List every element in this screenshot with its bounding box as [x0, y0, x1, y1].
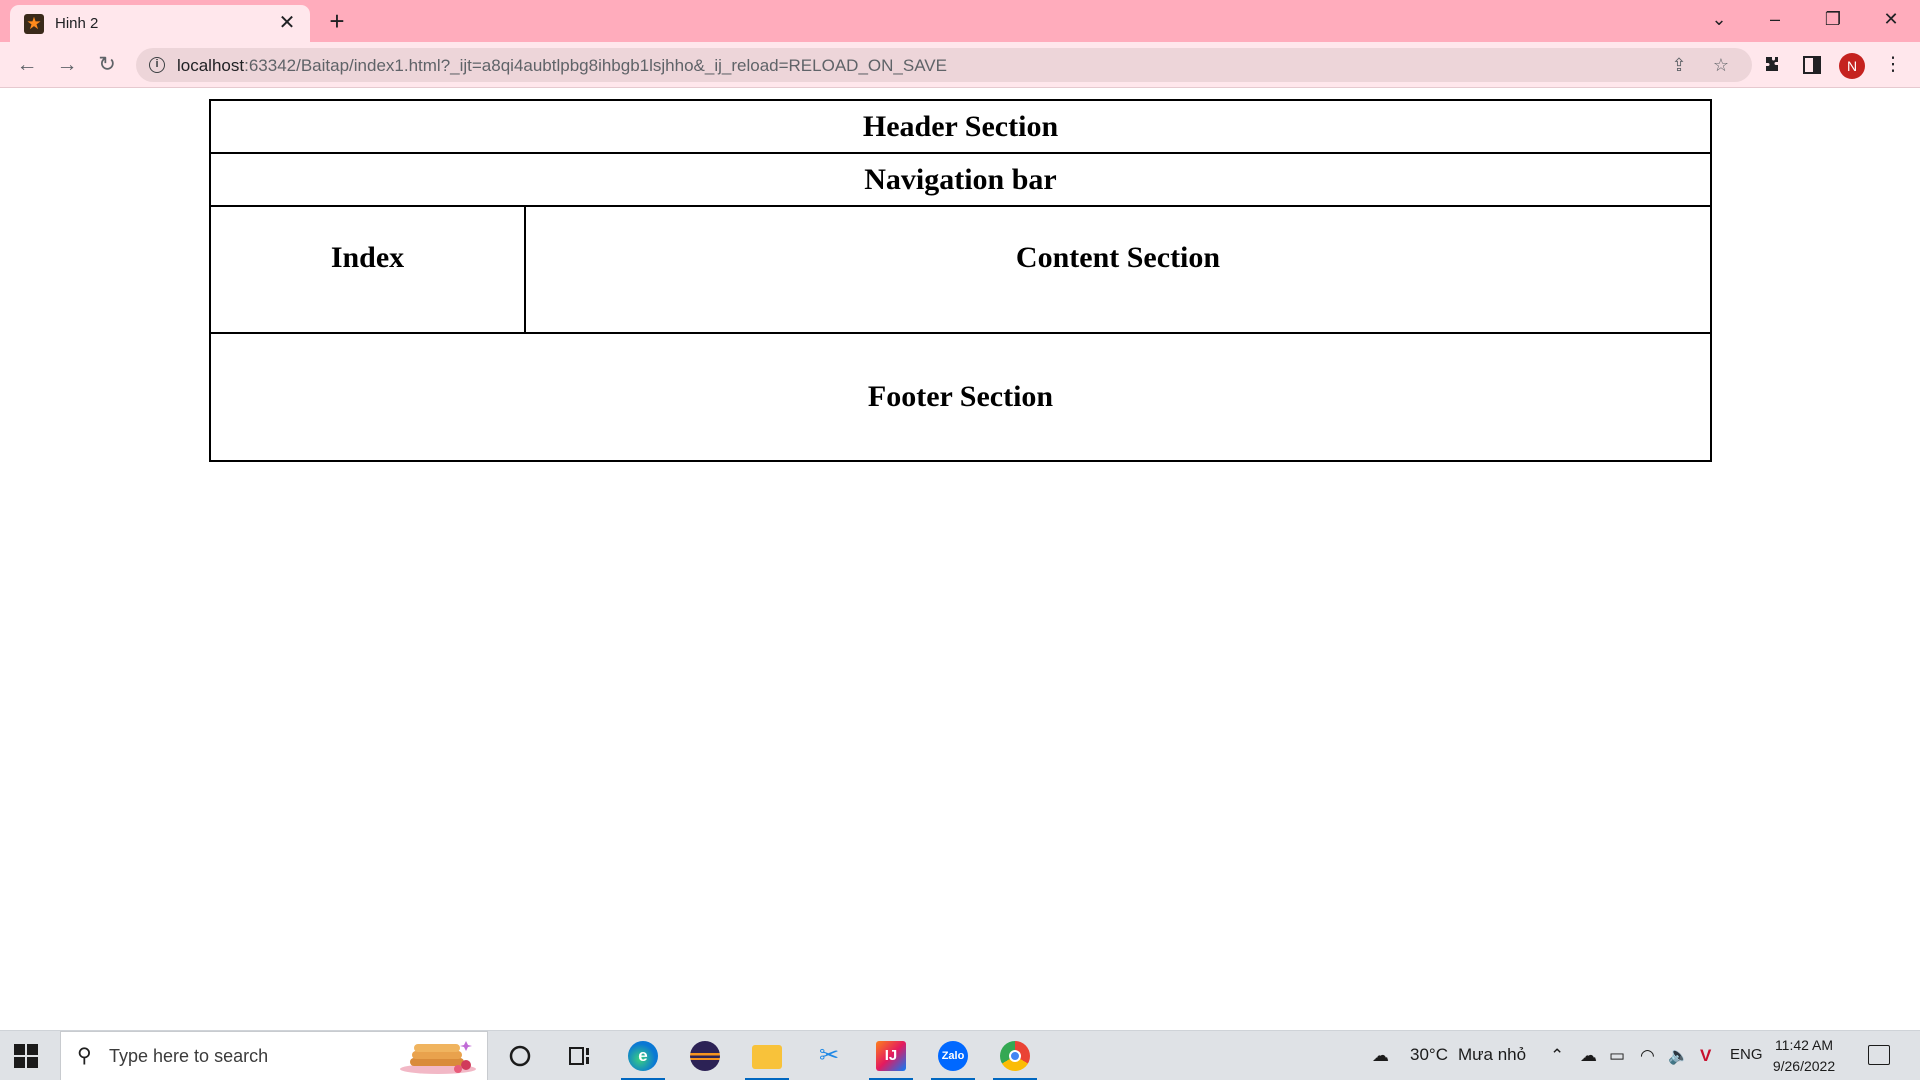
layout-table: Header Section Navigation bar Index Cont…: [209, 99, 1712, 462]
show-hidden-icons-chevron-icon[interactable]: ⌃: [1550, 1045, 1564, 1067]
restore-icon[interactable]: ❐: [1810, 0, 1856, 38]
taskbar-search-box[interactable]: ⚲ Type here to search: [60, 1031, 488, 1080]
browser-tab[interactable]: ★ Hinh 2 ✕: [10, 5, 310, 42]
windows-start-icon[interactable]: [14, 1044, 38, 1068]
minimize-icon[interactable]: –: [1752, 0, 1798, 38]
new-tab-icon[interactable]: +: [322, 7, 352, 35]
browser-toolbar: ← → ↻ i localhost:63342/Baitap/index1.ht…: [0, 42, 1920, 88]
url-text[interactable]: localhost:63342/Baitap/index1.html?_ijt=…: [177, 56, 947, 76]
url-host: localhost: [177, 56, 245, 75]
reload-icon[interactable]: ↻: [92, 50, 122, 80]
menu-dots-icon[interactable]: ⋮: [1878, 50, 1908, 80]
edge-icon[interactable]: e: [618, 1036, 668, 1080]
header-section: Header Section: [209, 99, 1712, 154]
weather-temperature[interactable]: 30°C: [1410, 1045, 1448, 1065]
search-icon: ⚲: [77, 1045, 92, 1067]
browser-titlebar: ★ Hinh 2 ✕ + ⌄ – ❐ ✕: [0, 0, 1920, 42]
notification-center-icon[interactable]: [1868, 1045, 1890, 1065]
content-section: Content Section: [524, 205, 1712, 334]
volume-icon[interactable]: 🔈: [1668, 1045, 1689, 1067]
tab-search-chevron-icon[interactable]: ⌄: [1696, 0, 1742, 38]
tab-title: Hinh 2: [55, 15, 99, 32]
back-arrow-icon[interactable]: ←: [12, 50, 42, 80]
star-favicon-icon: ★: [24, 14, 44, 34]
task-view-icon[interactable]: [555, 1036, 605, 1076]
extensions-puzzle-icon[interactable]: [1757, 50, 1787, 80]
forward-arrow-icon[interactable]: →: [52, 50, 82, 80]
site-info-icon[interactable]: i: [149, 57, 165, 73]
zalo-icon[interactable]: Zalo: [928, 1036, 978, 1080]
windows-taskbar: ⚲ Type here to search e ✂ IJ Zalo ☁ 30°C…: [0, 1030, 1920, 1080]
index-section: Index: [209, 205, 526, 334]
profile-avatar[interactable]: N: [1839, 53, 1865, 79]
search-highlight-pancake-icon: [400, 1041, 476, 1074]
navigation-bar: Navigation bar: [209, 152, 1712, 207]
weather-description[interactable]: Mưa nhỏ: [1458, 1045, 1526, 1065]
clock-date: 9/26/2022: [1772, 1058, 1836, 1074]
clock-time: 11:42 AM: [1774, 1037, 1834, 1053]
battery-icon[interactable]: ▭: [1609, 1045, 1625, 1067]
system-clock[interactable]: 11:42 AM 9/26/2022: [1758, 1035, 1850, 1077]
share-icon[interactable]: ⇪: [1666, 52, 1692, 78]
file-explorer-icon[interactable]: [742, 1036, 792, 1080]
close-window-icon[interactable]: ✕: [1868, 0, 1914, 38]
wifi-icon[interactable]: ◠: [1640, 1045, 1655, 1067]
onedrive-cloud-icon[interactable]: ☁: [1580, 1045, 1597, 1067]
url-path: :63342/Baitap/index1.html?_ijt=a8qi4aubt…: [244, 56, 947, 75]
address-bar[interactable]: i localhost:63342/Baitap/index1.html?_ij…: [136, 48, 1752, 82]
search-placeholder: Type here to search: [109, 1046, 269, 1066]
page-viewport: Header Section Navigation bar Index Cont…: [0, 88, 1920, 1030]
chrome-icon[interactable]: [990, 1036, 1040, 1080]
cortana-icon[interactable]: [495, 1036, 545, 1076]
weather-cloud-icon[interactable]: ☁: [1372, 1045, 1389, 1067]
snipping-tool-icon[interactable]: ✂: [804, 1036, 854, 1076]
eclipse-icon[interactable]: [680, 1036, 730, 1076]
side-panel-icon[interactable]: [1797, 50, 1827, 80]
intellij-icon[interactable]: IJ: [866, 1036, 916, 1080]
unikey-v-icon[interactable]: V: [1700, 1045, 1711, 1067]
footer-section: Footer Section: [209, 332, 1712, 462]
bookmark-star-icon[interactable]: ☆: [1708, 52, 1734, 78]
tab-close-icon[interactable]: ✕: [276, 12, 298, 34]
